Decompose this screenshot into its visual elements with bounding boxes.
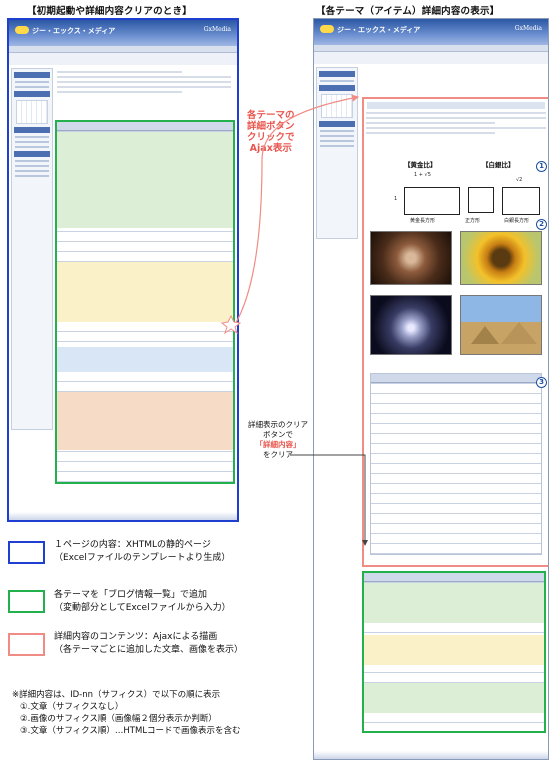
golden-rectangle [404, 187, 460, 215]
nav-bar[interactable] [9, 46, 237, 53]
ajax-callout: 各テーマの 詳細ボタン クリックで Ajax表示 [247, 110, 295, 154]
detail-content-area: 【黄金比】 【白銀比】 1 + √5 1 黄金長方形 正方形 √2 白銀長方形 [362, 97, 548, 567]
nav-bar-right[interactable] [314, 45, 548, 52]
silver-rectangle [502, 187, 540, 215]
legend-box-green [8, 590, 45, 613]
pyramid-shape [471, 326, 499, 344]
silver-caption: 白銀長方形 [504, 218, 530, 224]
legend-text-green: 各テーマを「ブログ情報一覧」で追加 （変動部分としてExcelファイルから入力） [54, 590, 231, 613]
blog-info-table-right [362, 571, 546, 733]
square-shape [468, 187, 494, 213]
site-logo-right: GxMedia [203, 26, 231, 33]
legend-text-red: 詳細内容のコンテンツ：Ajaxによる描画 （各テーマごとに追加した文章、画像を表… [54, 632, 244, 655]
pinecone-image [370, 231, 452, 285]
golden-formula: 1 + √5 [414, 172, 431, 178]
notes-block: ※詳細内容は、ID-nn（サフィクス）で以下の順に表示 ①.文章（サフィクスなし… [12, 690, 241, 736]
blog-info-table [55, 120, 235, 484]
site-footer-right [314, 751, 548, 759]
legend-box-red [8, 633, 45, 656]
pyramid-image [460, 295, 542, 355]
clear-callout: 詳細表示のクリア ボタンで 「詳細内容」 をクリア [248, 420, 308, 459]
right-sidebar [316, 67, 358, 239]
site-header: ジー・エックス・メディア GxMedia [9, 20, 237, 46]
square-caption: 正方形 [465, 218, 481, 224]
legend-text-blue: １ページの内容：XHTMLの静的ページ （Excelファイルのテンプレートより生… [54, 540, 231, 563]
marker-2: 2 [536, 219, 547, 230]
pyramid-shape [501, 322, 537, 344]
golden-ratio-label: 【黄金比】 [404, 161, 437, 169]
logo-icon-right [320, 25, 334, 33]
silver-formula: √2 [516, 177, 523, 183]
left-screenshot: ジー・エックス・メディア GxMedia [7, 18, 239, 522]
right-screenshot: ジー・エックス・メディア GxMedia 【黄金比】 【白銀比】 1 + √5 … [313, 18, 549, 760]
calendar-right[interactable] [321, 94, 353, 118]
site-logo-right-text: GxMedia [514, 25, 542, 32]
calendar[interactable] [16, 100, 48, 124]
site-footer [9, 512, 237, 520]
legend-box-blue [8, 541, 45, 564]
breadcrumb [9, 53, 237, 65]
golden-side-label: 1 [394, 196, 398, 202]
marker-1: 1 [536, 161, 547, 172]
silver-ratio-label: 【白銀比】 [482, 161, 515, 169]
right-panel-title: 【各テーマ（アイテム）詳細内容の表示】 [316, 6, 500, 17]
site-logo: ジー・エックス・メディア [32, 27, 116, 35]
left-panel-title: 【初期起動や詳細内容クリアのとき】 [27, 6, 192, 17]
logo-icon [15, 26, 29, 34]
breadcrumb-right [314, 52, 548, 64]
sunflower-image [460, 231, 542, 285]
left-sidebar [11, 68, 53, 430]
main-content [55, 68, 235, 508]
marker-3: 3 [536, 377, 547, 388]
site-header-right: ジー・エックス・メディア GxMedia [314, 19, 548, 45]
detail-text-table [370, 373, 542, 555]
golden-caption: 黄金長方形 [410, 218, 436, 224]
site-logo-right-panel: ジー・エックス・メディア [337, 26, 421, 34]
galaxy-image [370, 295, 452, 355]
